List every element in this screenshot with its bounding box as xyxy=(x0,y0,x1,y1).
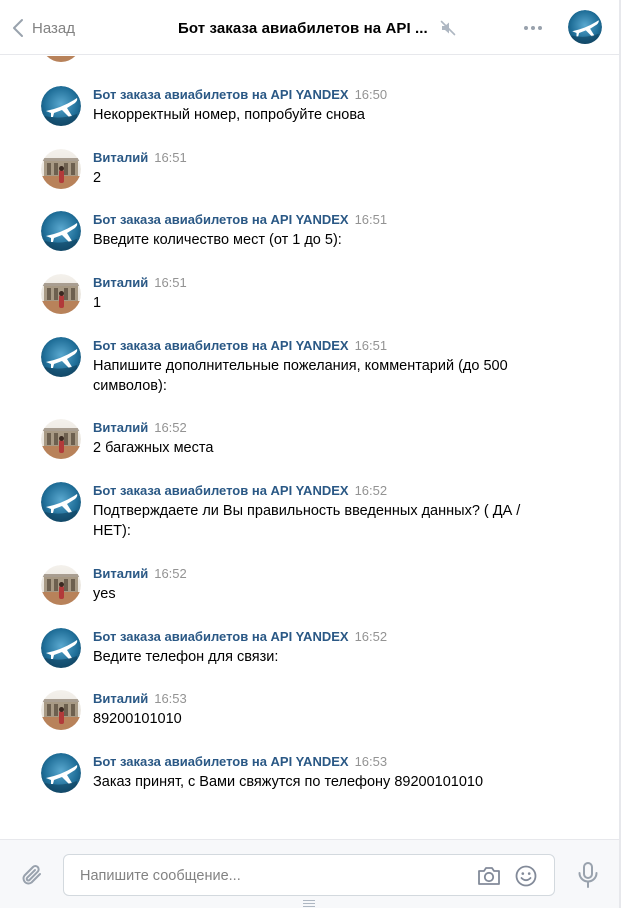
message-history[interactable]: Бот заказа авиабилетов на API YANDEX 16:5… xyxy=(0,56,619,839)
message-author[interactable]: Бот заказа авиабилетов на API YANDEX xyxy=(93,629,349,644)
microphone-icon[interactable] xyxy=(576,861,600,894)
message-text: 89200101010 xyxy=(93,711,182,727)
user-avatar[interactable] xyxy=(41,565,81,605)
bot-avatar[interactable] xyxy=(41,86,81,126)
chat-header: Назад Бот заказа авиабилетов на API ... xyxy=(0,0,619,55)
back-label: Назад xyxy=(32,19,75,37)
message-text: Ведите телефон для связи: xyxy=(93,649,279,665)
user-avatar[interactable] xyxy=(41,274,81,314)
bot-avatar[interactable] xyxy=(41,628,81,668)
message-text: Некорректный номер, попробуйте снова xyxy=(93,107,365,123)
message-author[interactable]: Виталий xyxy=(93,691,148,706)
message-text: 2 xyxy=(93,170,102,186)
back-button[interactable]: Назад xyxy=(12,14,75,42)
muted-speaker-icon xyxy=(440,20,456,36)
bot-avatar[interactable] xyxy=(41,482,81,522)
message-text: Подтверждаете ли Вы правильность введенн… xyxy=(93,503,521,539)
camera-icon[interactable] xyxy=(476,864,502,893)
message-time[interactable]: 16:52 xyxy=(355,629,388,644)
smile-icon[interactable] xyxy=(514,864,538,893)
chat-title: Бот заказа авиабилетов на API ... xyxy=(178,19,428,37)
message-text: Введите количество мест (от 1 до 5): xyxy=(93,232,342,248)
message-time[interactable]: 16:51 xyxy=(355,212,388,227)
message-text: 2 багажных места xyxy=(93,440,214,456)
message-author[interactable]: Виталий xyxy=(93,420,148,435)
cut-off-user-avatar xyxy=(41,56,81,62)
message-time[interactable]: 16:53 xyxy=(154,691,187,706)
user-avatar[interactable] xyxy=(41,419,81,459)
bot-avatar[interactable] xyxy=(41,337,81,377)
message-composer xyxy=(0,839,619,908)
user-avatar[interactable] xyxy=(41,149,81,189)
chevron-left-icon xyxy=(12,18,24,38)
message-author[interactable]: Бот заказа авиабилетов на API YANDEX xyxy=(93,212,349,227)
message-input[interactable] xyxy=(78,855,472,897)
chat-avatar[interactable] xyxy=(568,10,602,44)
message-time[interactable]: 16:50 xyxy=(355,87,388,102)
message-input-box[interactable] xyxy=(63,854,555,897)
user-avatar[interactable] xyxy=(41,690,81,730)
message-text: 1 xyxy=(93,295,102,311)
message-author[interactable]: Бот заказа авиабилетов на API YANDEX xyxy=(93,87,349,102)
paperclip-icon[interactable] xyxy=(20,863,46,894)
message-author[interactable]: Виталий xyxy=(93,566,148,581)
bot-avatar[interactable] xyxy=(41,753,81,793)
bot-avatar[interactable] xyxy=(41,211,81,251)
chat-title-area[interactable]: Бот заказа авиабилетов на API ... xyxy=(178,17,456,39)
message-time[interactable]: 16:51 xyxy=(154,150,187,165)
message-time[interactable]: 16:51 xyxy=(355,338,388,353)
message-time[interactable]: 16:52 xyxy=(154,420,187,435)
message-author[interactable]: Бот заказа авиабилетов на API YANDEX xyxy=(93,483,349,498)
message-time[interactable]: 16:51 xyxy=(154,275,187,290)
more-dots-icon[interactable] xyxy=(519,18,547,38)
message-time[interactable]: 16:53 xyxy=(355,754,388,769)
message-author[interactable]: Бот заказа авиабилетов на API YANDEX xyxy=(93,338,349,353)
message-author[interactable]: Виталий xyxy=(93,275,148,290)
message-text: Заказ принят, с Вами свяжутся по телефон… xyxy=(93,774,484,790)
message-author[interactable]: Бот заказа авиабилетов на API YANDEX xyxy=(93,754,349,769)
message-time[interactable]: 16:52 xyxy=(355,483,388,498)
message-text: yes xyxy=(93,586,116,602)
message-text: Напишите дополнительные пожелания, комме… xyxy=(93,358,508,394)
message-author[interactable]: Виталий xyxy=(93,150,148,165)
message-time[interactable]: 16:52 xyxy=(154,566,187,581)
